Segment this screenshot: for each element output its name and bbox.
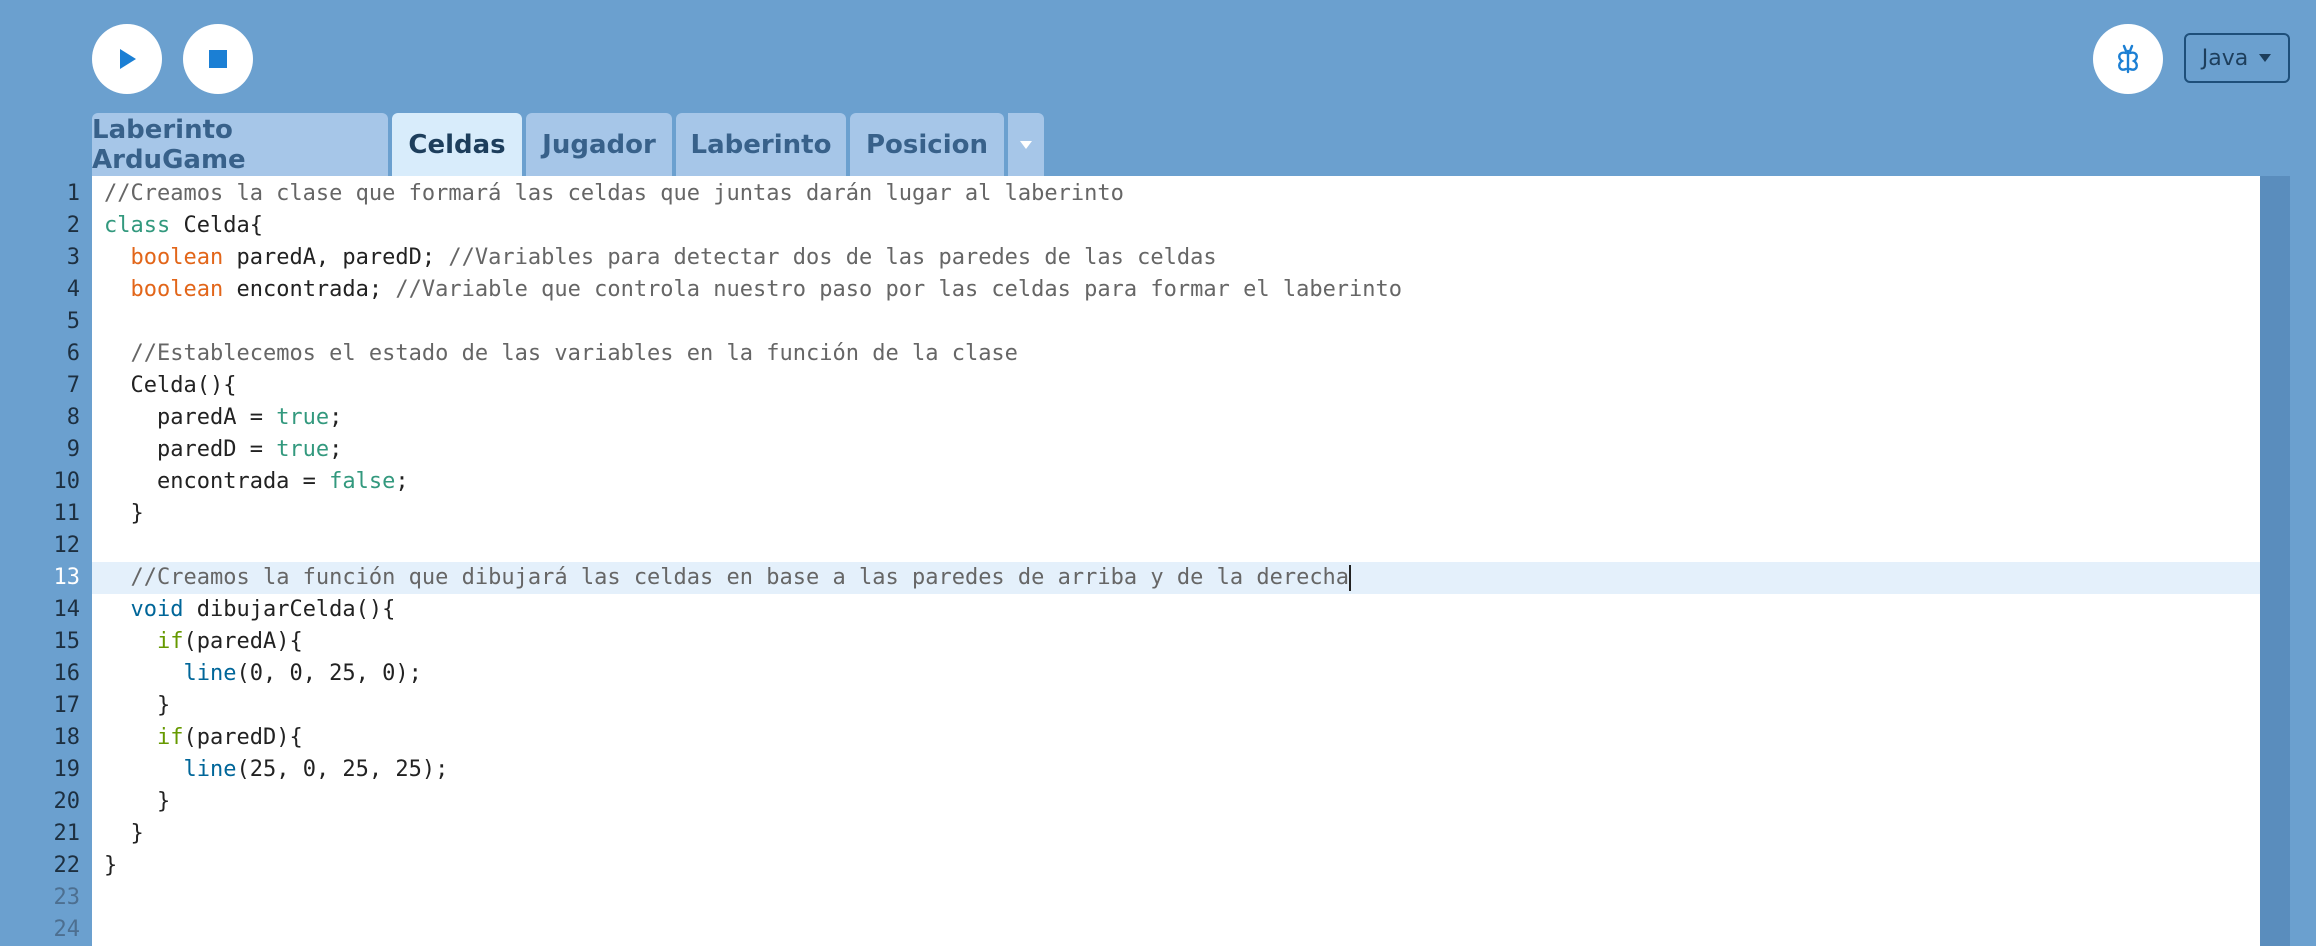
debug-mode-button[interactable]	[2093, 24, 2163, 94]
line-number: 7	[66, 373, 80, 398]
code-line: //Creamos la clase que formará las celda…	[104, 181, 1124, 206]
text-cursor	[1349, 565, 1352, 591]
tab-label: Laberinto	[690, 129, 832, 160]
run-button[interactable]	[92, 24, 162, 94]
code-line: boolean encontrada; //Variable que contr…	[130, 277, 1403, 302]
code-line: boolean paredA, paredD; //Variables para…	[130, 245, 1217, 270]
tab-label: Posicion	[865, 129, 988, 160]
code-line: class Celda{	[104, 213, 263, 238]
code-line: }	[104, 693, 171, 718]
line-number: 13	[53, 565, 81, 590]
line-number: 8	[66, 405, 80, 430]
code-line: paredA = true;	[104, 405, 343, 430]
tab-label: Jugador	[542, 129, 656, 160]
caret-down-icon	[1020, 140, 1032, 149]
line-number: 2	[66, 213, 80, 238]
code-line: }	[104, 821, 144, 846]
line-number: 22	[53, 853, 81, 878]
line-number: 5	[66, 309, 80, 334]
line-number: 21	[53, 821, 81, 846]
line-number: 17	[53, 693, 81, 718]
tab-laberinto-ardugame[interactable]: Laberinto ArduGame	[92, 113, 388, 176]
code-line: if(paredA){	[156, 629, 303, 654]
tab-posicion[interactable]: Posicion	[850, 113, 1004, 176]
line-number: 18	[53, 725, 81, 750]
language-select[interactable]: Java	[2184, 33, 2290, 83]
line-number: 16	[53, 661, 81, 686]
code-line: //Establecemos el estado de las variable…	[130, 341, 1018, 366]
line-number: 19	[53, 757, 81, 782]
line-number: 9	[66, 437, 80, 462]
code-line: if(paredD){	[156, 725, 303, 750]
code-line: }	[104, 501, 144, 526]
tabs-menu-button[interactable]	[1008, 113, 1044, 176]
code-line: //Creamos la función que dibujará las ce…	[130, 565, 1352, 591]
tab-laberinto[interactable]: Laberinto	[676, 113, 846, 176]
line-number: 3	[66, 245, 80, 270]
language-label: Java	[2201, 45, 2249, 71]
tab-label: Celdas	[408, 129, 506, 160]
tab-celdas[interactable]: Celdas	[392, 113, 522, 176]
line-number: 14	[53, 597, 81, 622]
line-number: 1	[66, 181, 80, 206]
stop-icon	[209, 50, 227, 68]
editor-scrollbar[interactable]	[2260, 176, 2290, 946]
line-number: 10	[53, 469, 81, 494]
code-line: paredD = true;	[104, 437, 343, 462]
line-number: 20	[53, 789, 81, 814]
code-line: void dibujarCelda(){	[130, 597, 396, 622]
code-editor: 1 2 3 4 5 6 7 8 9 10 11 12 13 14 15 16 17 18 19 20 21 22 23 24 …	[0, 176, 2316, 946]
line-number-gutter: 1 2 3 4 5 6 7 8 9 10 11 12 13 14 15 16 17 18 19 20 21 22 23 24	[0, 176, 92, 946]
caret-down-icon	[2259, 54, 2272, 62]
sketch-tabs: Laberinto ArduGame Celdas Jugador Laberi…	[92, 113, 1044, 176]
line-number: 23	[53, 885, 81, 910]
code-line: encontrada = false;	[104, 469, 409, 494]
code-line: }	[104, 853, 118, 878]
stop-button[interactable]	[183, 24, 253, 94]
code-line: line(0, 0, 25, 0);	[183, 661, 422, 686]
butterfly-icon	[2118, 44, 2138, 74]
line-number: 4	[66, 277, 80, 302]
tab-label: Laberinto ArduGame	[92, 114, 246, 175]
tab-jugador[interactable]: Jugador	[526, 113, 672, 176]
code-text-area[interactable]: //Creamos la clase que formará las celda…	[92, 176, 2260, 946]
play-icon	[120, 49, 136, 69]
line-number: 11	[53, 501, 81, 526]
line-number: 12	[53, 533, 81, 558]
toolbar: Java	[0, 0, 2316, 112]
line-number: 24	[53, 917, 81, 942]
code-line: Celda(){	[104, 373, 237, 398]
code-line: line(25, 0, 25, 25);	[183, 757, 449, 782]
code-line: }	[104, 789, 171, 814]
line-number: 6	[66, 341, 80, 366]
line-number: 15	[53, 629, 81, 654]
